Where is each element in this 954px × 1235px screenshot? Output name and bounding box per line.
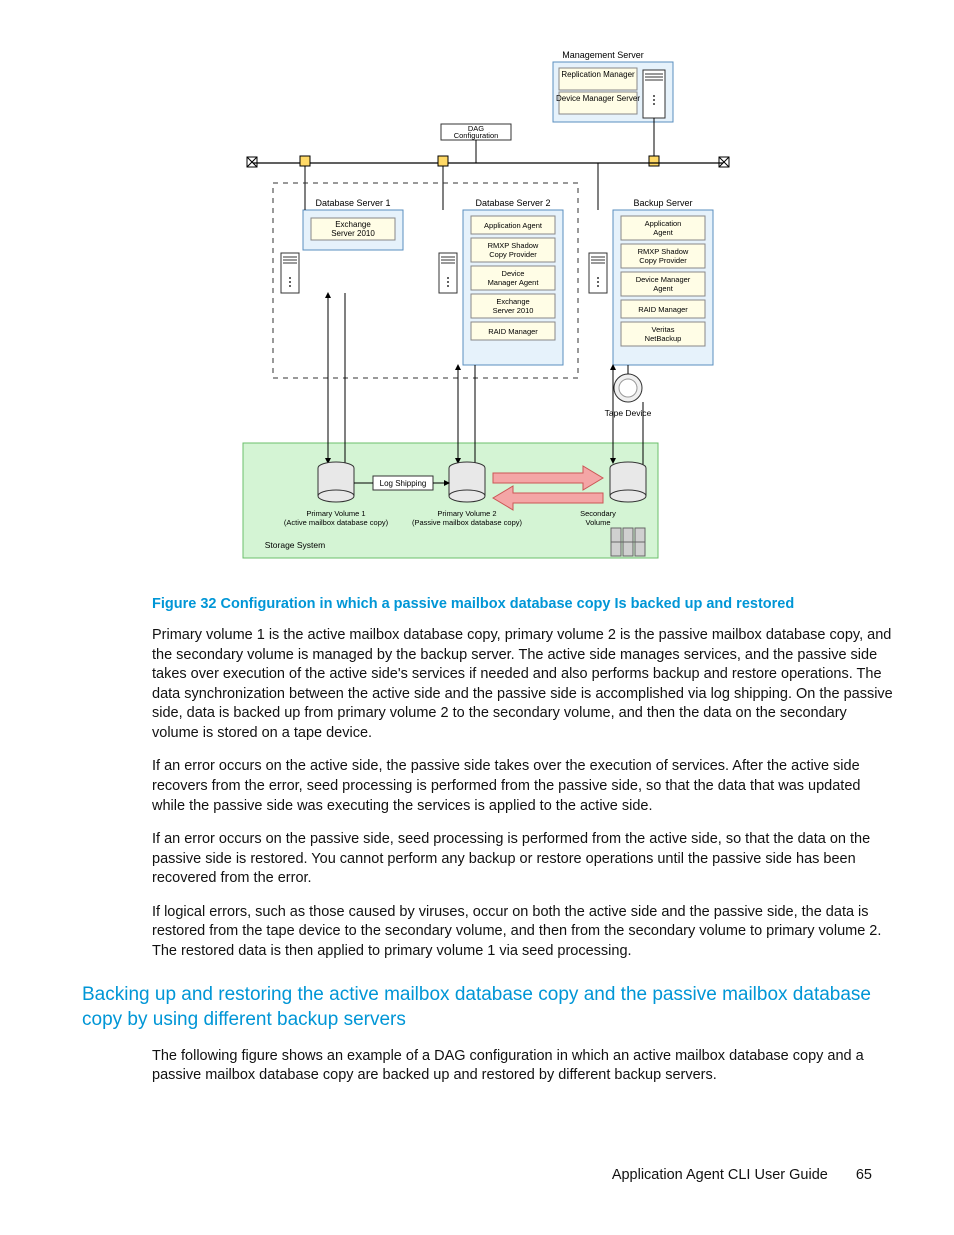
page-footer: Application Agent CLI User Guide 65 bbox=[612, 1167, 872, 1183]
svg-text:Application Agent: Application Agent bbox=[484, 221, 543, 230]
svg-text:Agent: Agent bbox=[653, 228, 674, 237]
svg-text:RMXP Shadow: RMXP Shadow bbox=[638, 247, 689, 256]
svg-text:Volume: Volume bbox=[585, 518, 610, 527]
backup-stack: ApplicationAgent RMXP ShadowCopy Provide… bbox=[621, 216, 705, 346]
disk-array-icon bbox=[611, 528, 645, 556]
svg-text:(Active mailbox database copy): (Active mailbox database copy) bbox=[284, 518, 389, 527]
svg-text:Device: Device bbox=[502, 269, 525, 278]
svg-text:Tape Device: Tape Device bbox=[605, 408, 652, 418]
svg-text:Application: Application bbox=[645, 219, 682, 228]
svg-text:Configuration: Configuration bbox=[454, 131, 499, 140]
page-number: 65 bbox=[856, 1167, 872, 1183]
architecture-diagram: Management Server Replication Manager De… bbox=[233, 48, 743, 578]
svg-text:Server 2010: Server 2010 bbox=[331, 229, 375, 238]
svg-text:RAID Manager: RAID Manager bbox=[488, 327, 538, 336]
svg-text:(Passive mailbox database copy: (Passive mailbox database copy) bbox=[412, 518, 523, 527]
svg-text:Secondary: Secondary bbox=[580, 509, 616, 518]
svg-text:Server 2010: Server 2010 bbox=[493, 306, 534, 315]
svg-text:Log Shipping: Log Shipping bbox=[380, 479, 427, 488]
svg-text:Device Manager Server: Device Manager Server bbox=[556, 94, 640, 103]
svg-text:Replication Manager: Replication Manager bbox=[561, 70, 635, 79]
svg-text:Copy Provider: Copy Provider bbox=[489, 250, 537, 259]
paragraph-1: Primary volume 1 is the active mailbox d… bbox=[152, 626, 894, 743]
svg-text:Database Server 1: Database Server 1 bbox=[315, 198, 390, 208]
svg-text:Backup Server: Backup Server bbox=[633, 198, 692, 208]
svg-text:Veritas: Veritas bbox=[652, 325, 675, 334]
svg-text:Primary Volume 2: Primary Volume 2 bbox=[437, 509, 496, 518]
primary-volume-2 bbox=[449, 462, 485, 502]
svg-text:Copy Provider: Copy Provider bbox=[639, 256, 687, 265]
svg-text:Manager Agent: Manager Agent bbox=[488, 278, 540, 287]
svg-text:Database Server 2: Database Server 2 bbox=[475, 198, 550, 208]
svg-text:Exchange: Exchange bbox=[335, 220, 371, 229]
svg-text:Agent: Agent bbox=[653, 284, 674, 293]
section-heading: Backing up and restoring the active mail… bbox=[82, 983, 894, 1032]
svg-text:RAID Manager: RAID Manager bbox=[638, 305, 688, 314]
mgmt-server-label: Management Server bbox=[562, 50, 644, 60]
svg-text:RMXP Shadow: RMXP Shadow bbox=[488, 241, 539, 250]
figure-caption: Figure 32 Configuration in which a passi… bbox=[152, 596, 894, 612]
svg-text:Exchange: Exchange bbox=[496, 297, 529, 306]
secondary-volume bbox=[610, 462, 646, 502]
svg-text:Device Manager: Device Manager bbox=[636, 275, 691, 284]
svg-text:Storage System: Storage System bbox=[265, 540, 325, 550]
svg-text:Primary Volume 1: Primary Volume 1 bbox=[306, 509, 365, 518]
paragraph-4: If logical errors, such as those caused … bbox=[152, 903, 894, 962]
paragraph-3: If an error occurs on the passive side, … bbox=[152, 830, 894, 889]
paragraph-2: If an error occurs on the active side, t… bbox=[152, 757, 894, 816]
primary-volume-1 bbox=[318, 462, 354, 502]
svg-text:NetBackup: NetBackup bbox=[645, 334, 682, 343]
footer-text: Application Agent CLI User Guide bbox=[612, 1167, 828, 1183]
paragraph-5: The following figure shows an example of… bbox=[152, 1047, 894, 1086]
